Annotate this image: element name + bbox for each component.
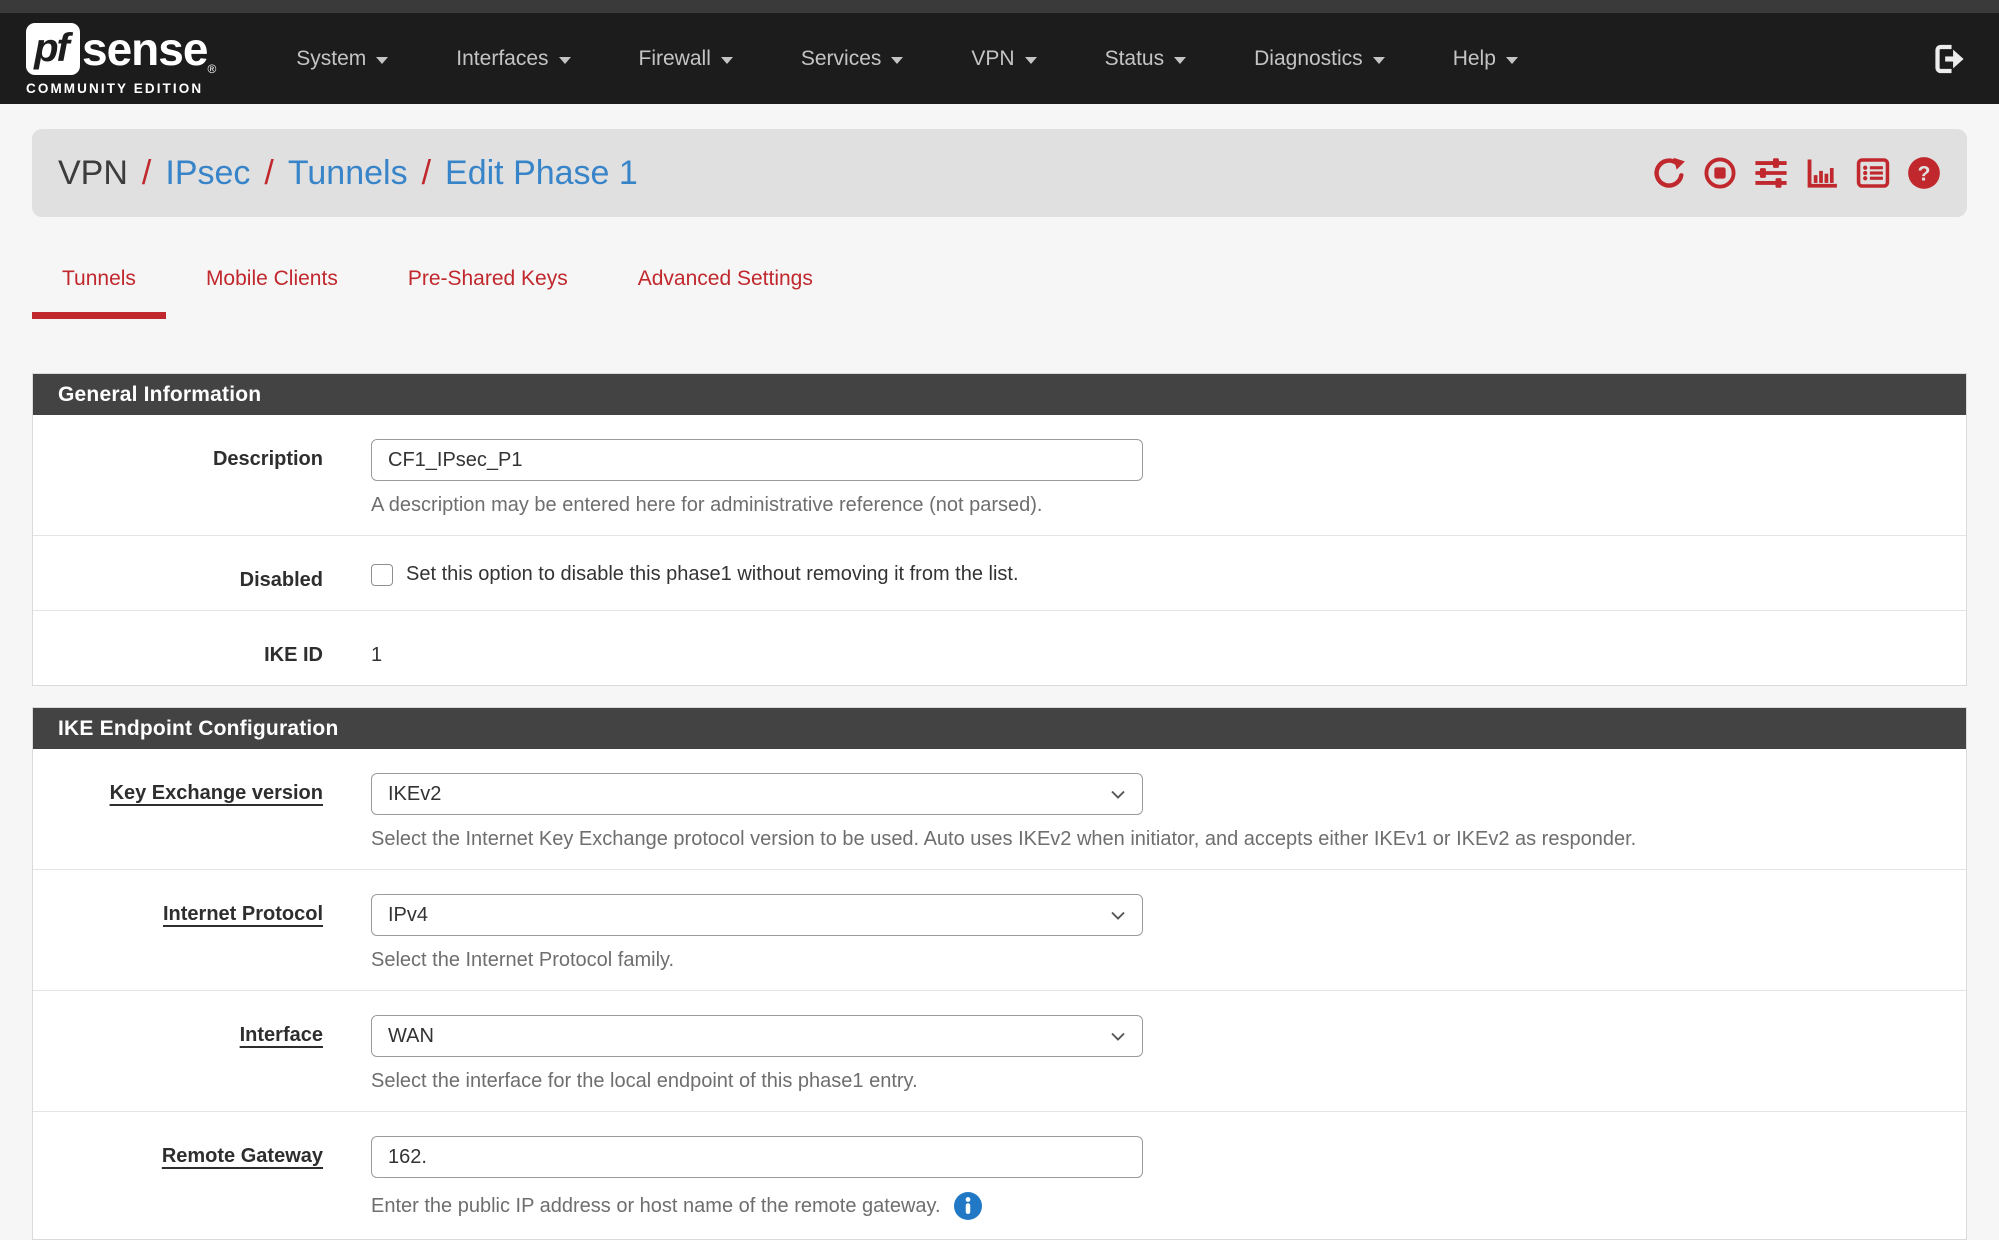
description-input[interactable]: [371, 439, 1143, 481]
chevron-down-icon: [1506, 57, 1518, 64]
chevron-down-icon: [1106, 903, 1130, 927]
nav-menu: System Interfaces Firewall Services VPN …: [262, 47, 1552, 71]
interface-help: Select the interface for the local endpo…: [371, 1070, 1143, 1093]
internet-protocol-value: IPv4: [388, 904, 428, 927]
chevron-down-icon: [376, 57, 388, 64]
disabled-checkbox[interactable]: [371, 564, 393, 586]
window-top-strip: [0, 0, 1999, 13]
description-help: A description may be entered here for ad…: [371, 494, 1143, 517]
nav-item-vpn[interactable]: VPN: [937, 47, 1070, 71]
list-icon[interactable]: [1856, 156, 1890, 190]
pfsense-logo[interactable]: pf sense® COMMUNITY EDITION: [26, 22, 216, 96]
tab-mobile-clients[interactable]: Mobile Clients: [176, 267, 368, 319]
breadcrumb-bar: VPN / IPsec / Tunnels / Edit Phase 1: [32, 129, 1967, 217]
remote-gateway-row: Remote Gateway Enter the public IP addre…: [33, 1111, 1966, 1239]
brand-subtitle: COMMUNITY EDITION: [26, 81, 216, 96]
ike-id-value: 1: [371, 635, 382, 667]
key-exchange-version-help: Select the Internet Key Exchange protoco…: [371, 828, 1636, 851]
nav-item-label: Firewall: [639, 47, 711, 71]
chevron-down-icon: [559, 57, 571, 64]
ike-id-label: IKE ID: [33, 635, 323, 667]
chevron-down-icon: [1106, 782, 1130, 806]
sliders-icon[interactable]: [1754, 156, 1788, 190]
chevron-down-icon: [1025, 57, 1037, 64]
nav-item-label: Interfaces: [456, 47, 548, 71]
nav-item-system[interactable]: System: [262, 47, 422, 71]
disabled-row: Disabled Set this option to disable this…: [33, 535, 1966, 610]
remote-gateway-help: Enter the public IP address or host name…: [371, 1191, 1143, 1221]
nav-item-label: Services: [801, 47, 882, 71]
description-label: Description: [33, 439, 323, 517]
breadcrumb-separator: /: [264, 154, 273, 193]
remote-gateway-input[interactable]: [371, 1136, 1143, 1178]
tab-tunnels[interactable]: Tunnels: [32, 267, 166, 319]
nav-item-label: Diagnostics: [1254, 47, 1363, 71]
nav-item-label: Status: [1105, 47, 1165, 71]
stop-icon[interactable]: [1703, 156, 1737, 190]
disabled-checkbox-label[interactable]: Set this option to disable this phase1 w…: [406, 563, 1019, 586]
key-exchange-version-value: IKEv2: [388, 783, 441, 806]
key-exchange-version-select[interactable]: IKEv2: [371, 773, 1143, 815]
ike-endpoint-configuration-section: IKE Endpoint Configuration Key Exchange …: [32, 707, 1967, 1240]
remote-gateway-label: Remote Gateway: [33, 1136, 323, 1221]
pf-logo-box: pf: [26, 23, 80, 75]
chevron-down-icon: [891, 57, 903, 64]
nav-item-label: Help: [1453, 47, 1496, 71]
nav-item-interfaces[interactable]: Interfaces: [422, 47, 604, 71]
section-title-general-information: General Information: [33, 374, 1966, 415]
chevron-down-icon: [1373, 57, 1385, 64]
ike-id-row: IKE ID 1: [33, 610, 1966, 685]
info-icon[interactable]: [953, 1191, 983, 1221]
main-navbar: pf sense® COMMUNITY EDITION System Inter…: [0, 13, 1999, 104]
chevron-down-icon: [1106, 1024, 1130, 1048]
nav-item-help[interactable]: Help: [1419, 47, 1552, 71]
general-information-section: General Information Description A descri…: [32, 373, 1967, 686]
breadcrumb-link-ipsec[interactable]: IPsec: [165, 154, 250, 193]
internet-protocol-select[interactable]: IPv4: [371, 894, 1143, 936]
tab-pre-shared-keys[interactable]: Pre-Shared Keys: [378, 267, 598, 319]
internet-protocol-help: Select the Internet Protocol family.: [371, 949, 1143, 972]
interface-value: WAN: [388, 1025, 434, 1048]
breadcrumb-current: VPN: [58, 154, 128, 193]
section-title-ike-endpoint-configuration: IKE Endpoint Configuration: [33, 708, 1966, 749]
breadcrumb-link-tunnels[interactable]: Tunnels: [288, 154, 408, 193]
nav-item-firewall[interactable]: Firewall: [605, 47, 767, 71]
sign-out-icon[interactable]: [1931, 42, 1965, 76]
brand-name: sense®: [82, 22, 216, 76]
bar-chart-icon[interactable]: [1805, 156, 1839, 190]
internet-protocol-label: Internet Protocol: [33, 894, 323, 972]
tab-advanced-settings[interactable]: Advanced Settings: [608, 267, 843, 319]
breadcrumb-separator: /: [422, 154, 431, 193]
key-exchange-version-label: Key Exchange version: [33, 773, 323, 851]
disabled-label: Disabled: [33, 560, 323, 592]
interface-row: Interface WAN Select the interface for t…: [33, 990, 1966, 1111]
svg-text:?: ?: [1918, 161, 1931, 185]
help-icon[interactable]: ?: [1907, 156, 1941, 190]
nav-item-diagnostics[interactable]: Diagnostics: [1220, 47, 1419, 71]
page-action-icons: ?: [1652, 156, 1941, 190]
nav-item-label: VPN: [971, 47, 1014, 71]
chevron-down-icon: [1174, 57, 1186, 64]
breadcrumb-link-edit-phase-1[interactable]: Edit Phase 1: [445, 154, 638, 193]
interface-select[interactable]: WAN: [371, 1015, 1143, 1057]
nav-item-services[interactable]: Services: [767, 47, 938, 71]
nav-item-status[interactable]: Status: [1071, 47, 1221, 71]
breadcrumb: VPN / IPsec / Tunnels / Edit Phase 1: [58, 154, 638, 193]
chevron-down-icon: [721, 57, 733, 64]
description-row: Description A description may be entered…: [33, 415, 1966, 535]
breadcrumb-separator: /: [142, 154, 151, 193]
interface-label: Interface: [33, 1015, 323, 1093]
nav-item-label: System: [296, 47, 366, 71]
key-exchange-version-row: Key Exchange version IKEv2 Select the In…: [33, 749, 1966, 869]
registered-mark: ®: [207, 62, 216, 76]
tab-bar: Tunnels Mobile Clients Pre-Shared Keys A…: [32, 267, 1967, 319]
internet-protocol-row: Internet Protocol IPv4 Select the Intern…: [33, 869, 1966, 990]
refresh-icon[interactable]: [1652, 156, 1686, 190]
